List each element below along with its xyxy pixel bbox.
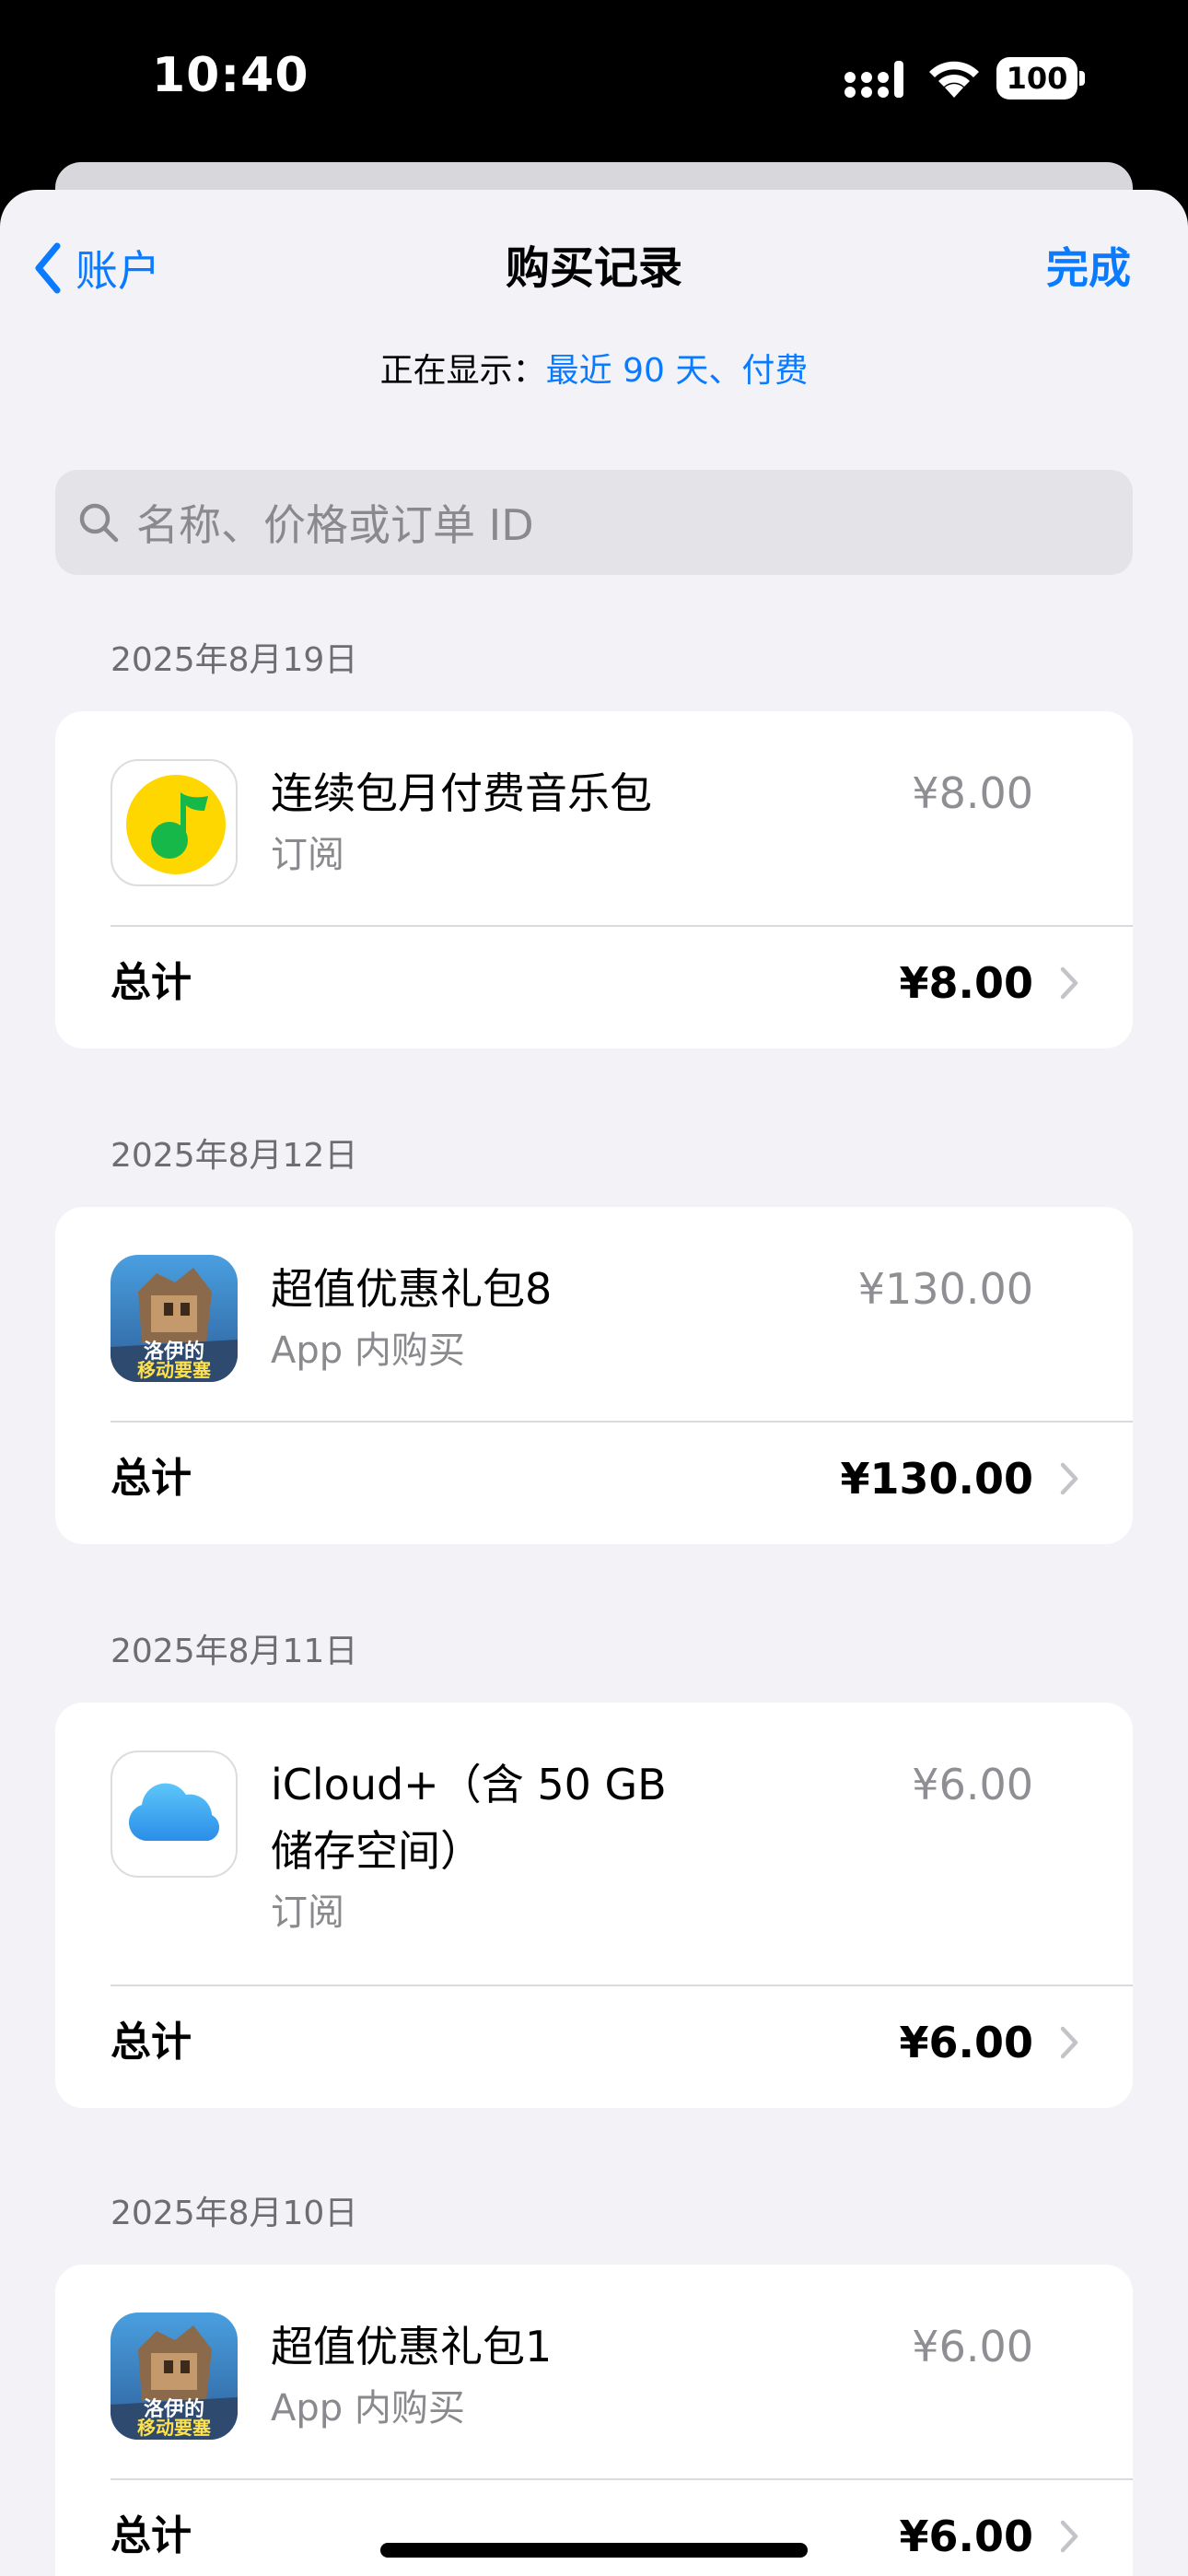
svg-text:移动要塞: 移动要塞 [137, 2417, 212, 2439]
search-placeholder: 名称、价格或订单 ID [136, 500, 534, 550]
filter-line: 正在显示：最近 90 天、付费 [0, 348, 1188, 394]
purchase-card[interactable]: 连续包月付费音乐包 订阅 ¥8.00 总计 ¥8.00 [55, 711, 1133, 1048]
svg-text:移动要塞: 移动要塞 [137, 1359, 212, 1381]
item-price: ¥6.00 [912, 1760, 1033, 1809]
item-price: ¥130.00 [857, 1264, 1033, 1314]
item-type: App 内购买 [271, 1329, 465, 1372]
date-header: 2025年8月11日 [111, 1633, 358, 1670]
battery-icon: 100 [996, 57, 1085, 100]
game-icon: 洛伊的 移动要塞 [111, 1255, 238, 1382]
status-time: 10:40 [152, 48, 309, 103]
date-header: 2025年8月19日 [111, 641, 358, 679]
total-value: ¥6.00 [899, 2512, 1033, 2561]
status-bar: 10:40 100 [0, 0, 1188, 166]
divider [111, 2478, 1133, 2480]
item-type: 订阅 [271, 1891, 344, 1934]
item-price: ¥8.00 [912, 768, 1033, 818]
date-header: 2025年8月10日 [111, 2195, 358, 2232]
divider [111, 1421, 1133, 1423]
qq-music-icon [111, 759, 238, 886]
total-label: 总计 [111, 1455, 192, 1502]
total-value: ¥8.00 [899, 958, 1033, 1008]
purchase-card[interactable]: iCloud+（含 50 GB 储存空间） 订阅 ¥6.00 总计 ¥6.00 [55, 1703, 1133, 2108]
filter-value-link[interactable]: 最近 90 天、付费 [546, 352, 809, 390]
chevron-right-icon [1060, 966, 1078, 1000]
cellular-signal-icon [844, 61, 903, 98]
total-label: 总计 [111, 2019, 192, 2066]
page-title: 购买记录 [505, 242, 682, 294]
purchase-history-sheet: 账户 购买记录 完成 正在显示：最近 90 天、付费 名称、价格或订单 ID 2… [0, 190, 1188, 2576]
game-icon: 洛伊的 移动要塞 [111, 2313, 238, 2440]
wifi-icon [929, 61, 979, 98]
battery-nub [1079, 71, 1085, 86]
item-name: 超值优惠礼包8 [271, 1264, 553, 1314]
home-indicator[interactable] [380, 2543, 808, 2558]
item-price: ¥6.00 [912, 2322, 1033, 2371]
purchase-card[interactable]: 洛伊的 移动要塞 超值优惠礼包1 App 内购买 ¥6.00 总计 ¥6.00 [55, 2265, 1133, 2576]
chevron-right-icon [1060, 2026, 1078, 2059]
search-icon [79, 503, 119, 543]
total-label: 总计 [111, 959, 192, 1006]
date-header: 2025年8月12日 [111, 1137, 358, 1175]
chevron-right-icon [1060, 2520, 1078, 2553]
total-value: ¥6.00 [899, 2018, 1033, 2067]
item-name-line2: 储存空间） [271, 1826, 483, 1876]
item-type: App 内购买 [271, 2387, 465, 2430]
battery-level: 100 [996, 57, 1077, 100]
done-button[interactable]: 完成 [1046, 236, 1131, 300]
search-field[interactable]: 名称、价格或订单 ID [55, 470, 1133, 575]
chevron-right-icon [1060, 1462, 1078, 1495]
item-name: 连续包月付费音乐包 [271, 768, 652, 818]
purchase-card[interactable]: 洛伊的 移动要塞 超值优惠礼包8 App 内购买 ¥130.00 总计 ¥130… [55, 1207, 1133, 1544]
filter-prefix: 正在显示： [379, 352, 546, 390]
item-type: 订阅 [271, 834, 344, 876]
total-value: ¥130.00 [840, 1454, 1033, 1504]
total-label: 总计 [111, 2512, 192, 2559]
item-name: 超值优惠礼包1 [271, 2322, 553, 2371]
divider [111, 925, 1133, 927]
divider [111, 1985, 1133, 1986]
item-name-line1: iCloud+（含 50 GB [271, 1760, 667, 1809]
icloud-icon [111, 1751, 238, 1878]
